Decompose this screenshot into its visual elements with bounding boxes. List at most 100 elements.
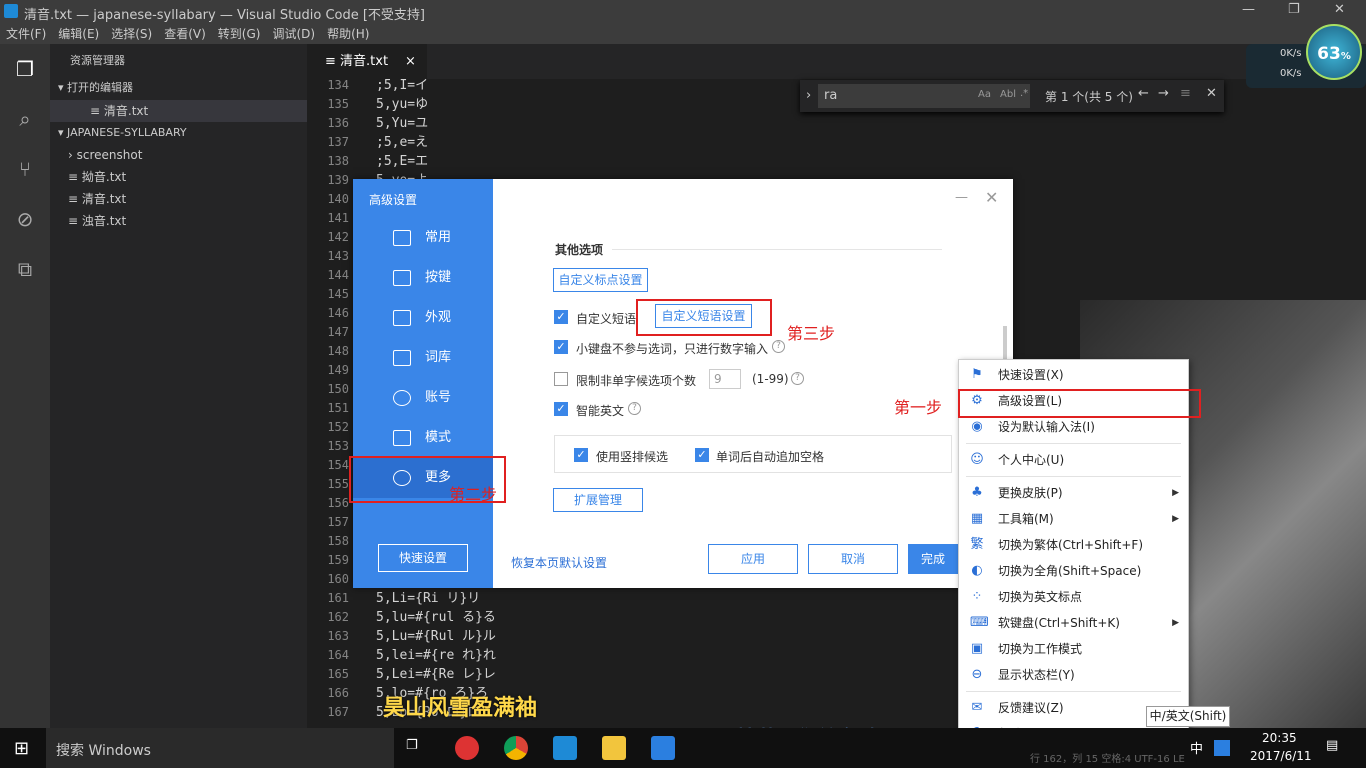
previous-match-icon[interactable]: ← [1138,86,1149,101]
tab-qingyin[interactable]: ≡ 清音.txt × [307,44,427,79]
restore-defaults-link[interactable]: 恢复本页默认设置 [511,554,607,571]
match-case-toggle[interactable]: Aa [978,89,991,100]
find-in-selection-icon[interactable]: ≡ [1180,86,1191,101]
folder-screenshot[interactable]: › screenshot [50,144,307,166]
code-line[interactable]: ;5,I=イ [376,76,428,95]
vertical-candidates-checkbox[interactable]: ✓ [574,448,588,462]
menu-item-skin[interactable]: ♣ 更换皮肤(P) ▶ [958,480,1189,506]
next-match-icon[interactable]: → [1158,86,1169,101]
source-control-icon[interactable]: ⑂ [12,156,38,182]
auto-space-checkbox[interactable]: ✓ [695,448,709,462]
tab-close-icon[interactable]: × [405,44,416,79]
minimize-button[interactable]: — [1242,2,1255,17]
menu-selection[interactable]: 选择(S) [105,24,158,43]
menu-goto[interactable]: 转到(G) [212,24,267,43]
nav-appearance[interactable]: 外观 [353,298,493,338]
ime-mode-indicator[interactable]: 中 [1190,738,1203,757]
cancel-button[interactable]: 取消 [808,544,898,574]
nav-dictionary[interactable]: 词库 [353,338,493,378]
menu-debug[interactable]: 调试(D) [266,24,321,43]
minimap[interactable] [1236,80,1366,728]
code-line[interactable]: 5,lei=#{re れ}れ [376,646,496,665]
nav-keys[interactable]: 按键 [353,258,493,298]
code-line[interactable]: 5,yu=ゆ [376,95,428,114]
menu-item-keyboard[interactable]: ⌨ 软键盘(Ctrl+Shift+K) ▶ [958,610,1189,636]
close-dialog-icon[interactable]: ✕ [985,188,998,207]
code-line[interactable]: 5,Lei=#{Re レ}レ [376,665,496,684]
nav-account[interactable]: 账号 [353,378,493,418]
nav-mode[interactable]: 模式 [353,418,493,458]
section-title: 其他选项 [555,243,604,257]
line-number: 152 [327,420,349,434]
limit-input[interactable]: 9 [709,369,741,389]
menu-item-flag[interactable]: ⚑ 快速设置(X) [958,362,1189,388]
chevron-right-icon[interactable]: › [806,88,811,103]
custom-punct-button[interactable]: 自定义标点设置 [553,268,648,292]
smart-english-checkbox[interactable]: ✓ [554,402,568,416]
nav-general[interactable]: 常用 [353,218,493,258]
file-item[interactable]: ≡ 浊音.txt [50,210,307,232]
project-header[interactable]: ▾ JAPANESE-SYLLABARY [50,122,307,144]
find-input[interactable]: ra Aa Abl .* [818,84,1030,108]
folder-label: screenshot [76,148,143,162]
debug-icon[interactable]: ⊘ [12,206,38,232]
code-line[interactable]: 5,lu=#{rul る}る [376,608,496,627]
clock-time[interactable]: 20:35 [1262,731,1297,745]
baidu-ime-icon[interactable] [651,736,675,760]
close-button[interactable]: ✕ [1334,2,1345,17]
section-divider [612,249,942,250]
quick-settings-button[interactable]: 快速设置 [378,544,468,572]
done-button[interactable]: 完成 [908,544,958,574]
menu-file[interactable]: 文件(F) [0,24,52,43]
menu-help[interactable]: 帮助(H) [321,24,375,43]
whole-word-toggle[interactable]: Abl [1000,89,1016,100]
menu-item-trad[interactable]: 繁切换为繁体(Ctrl+Shift+F) [958,532,1189,558]
help-icon[interactable]: ? [791,372,804,385]
open-editors-header[interactable]: ▾ 打开的编辑器 [50,77,307,99]
regex-toggle[interactable]: .* [1020,88,1028,99]
line-number: 158 [327,534,349,548]
code-line[interactable]: ;5,e=え [376,133,428,152]
extension-manage-button[interactable]: 扩展管理 [553,488,643,512]
taskbar-search[interactable]: 搜索 Windows [46,728,394,768]
restore-button[interactable]: ❐ [1288,2,1300,17]
menu-item-user[interactable]: ☺ 个人中心(U) [958,447,1189,473]
extensions-icon[interactable]: ⧉ [12,256,38,282]
menu-item-work[interactable]: ▣ 切换为工作模式 [958,636,1189,662]
menu-item-moon[interactable]: ◐ 切换为全角(Shift+Space) [958,558,1189,584]
help-icon[interactable]: ? [628,402,641,415]
file-icon: ≡ [68,170,82,184]
explorer-icon[interactable]: ❐ [12,56,38,82]
netease-music-icon[interactable] [455,736,479,760]
code-line[interactable]: ;5,E=エ [376,152,428,171]
file-explorer-icon[interactable] [602,736,626,760]
limit-candidates-checkbox[interactable] [554,372,568,386]
custom-phrase-checkbox[interactable]: ✓ [554,310,568,324]
menu-view[interactable]: 查看(V) [158,24,212,43]
search-icon[interactable]: ⌕ [12,106,38,132]
line-number: 134 [327,78,349,92]
vscode-icon[interactable] [553,736,577,760]
code-line[interactable]: 5,Yu=ユ [376,114,428,133]
clock-date[interactable]: 2017/6/11 [1250,749,1312,763]
menu-item-minus-circle[interactable]: ⊖ 显示状态栏(Y) [958,662,1189,688]
minimize-dialog-icon[interactable]: — [955,190,968,205]
numpad-checkbox[interactable]: ✓ [554,340,568,354]
open-editor-item[interactable]: ≡ 清音.txt [50,100,307,122]
code-line[interactable]: 5,Lu=#{Rul ル}ル [376,627,496,646]
file-item[interactable]: ≡ 清音.txt [50,188,307,210]
file-item[interactable]: ≡ 拗音.txt [50,166,307,188]
menu-item-dots[interactable]: ⁘ 切换为英文标点 [958,584,1189,610]
menu-item-grid[interactable]: ▦ 工具箱(M) ▶ [958,506,1189,532]
notification-icon[interactable]: ▤ [1326,738,1338,753]
menu-edit[interactable]: 编辑(E) [52,24,105,43]
help-icon[interactable]: ? [772,340,785,353]
ime-tray-icon[interactable] [1214,740,1230,756]
code-line[interactable]: 5,Li={Ri リ}リ [376,589,480,608]
close-find-icon[interactable]: ✕ [1206,86,1217,101]
custom-phrase-label: 自定义短语 [576,312,637,326]
chrome-icon[interactable] [504,736,528,760]
apply-button[interactable]: 应用 [708,544,798,574]
task-view-icon[interactable]: ❐ [406,738,418,753]
windows-start-icon[interactable]: ⊞ [14,738,29,759]
